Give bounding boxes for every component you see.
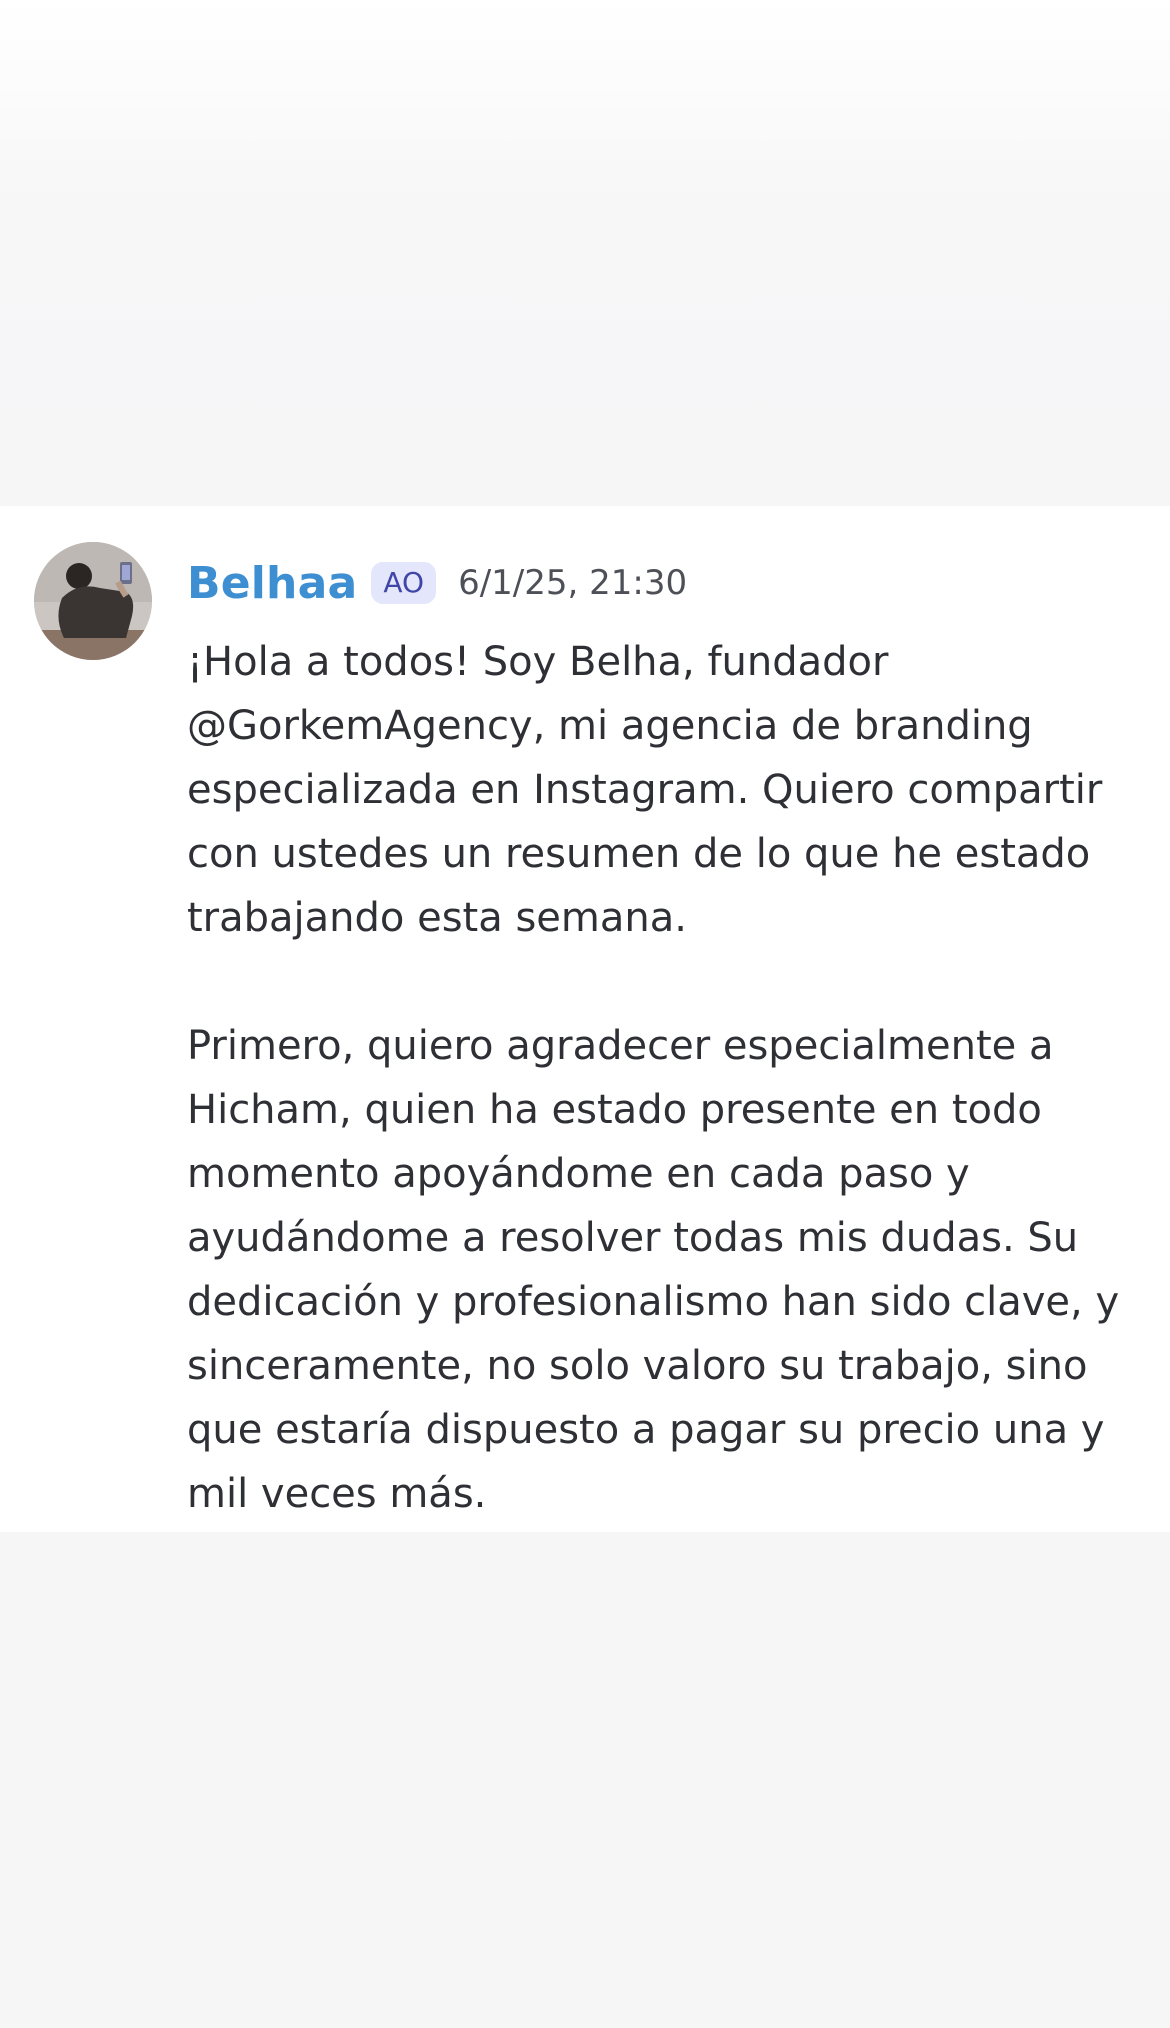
author-name[interactable]: Belhaa — [187, 558, 357, 609]
message-text: ¡Hola a todos! Soy Belha, fundador @Gork… — [187, 630, 1147, 1526]
bottom-empty-area — [0, 1532, 1170, 2028]
message-body: Belhaa AO 6/1/25, 21:30 ¡Hola a todos! S… — [187, 548, 1147, 1526]
message-timestamp: 6/1/25, 21:30 — [458, 563, 688, 603]
message-paragraph: Primero, quiero agradecer especialmente … — [187, 1023, 1120, 1517]
role-badge[interactable]: AO — [371, 562, 437, 604]
message-header: Belhaa AO 6/1/25, 21:30 — [187, 548, 1147, 618]
avatar[interactable] — [34, 542, 152, 660]
message-paragraph: ¡Hola a todos! Soy Belha, fundador @Gork… — [187, 639, 1103, 941]
chat-message[interactable]: Belhaa AO 6/1/25, 21:30 ¡Hola a todos! S… — [0, 506, 1170, 1532]
top-empty-area — [0, 0, 1170, 506]
